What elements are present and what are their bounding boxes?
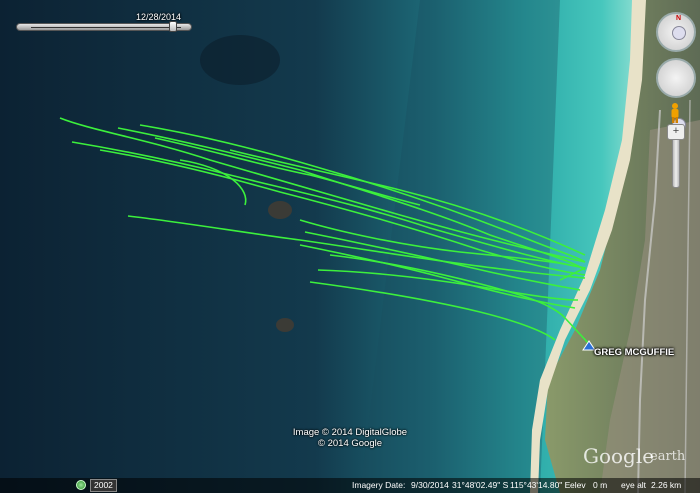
historical-year[interactable]: 2002 (90, 479, 117, 492)
elevation-value: 0 m (593, 480, 608, 490)
time-slider-bar[interactable] (16, 23, 192, 31)
look-center[interactable] (672, 26, 686, 40)
move-ring-icon[interactable] (656, 58, 696, 132)
historical-imagery-button[interactable]: 2002 (76, 478, 118, 492)
navigation-controls[interactable]: N + (654, 12, 698, 188)
longitude-readout: 115°43'14.80" E (510, 480, 571, 490)
pegman-icon[interactable] (668, 102, 682, 124)
eye-alt-label: eye alt (621, 480, 647, 490)
reef-island (276, 318, 294, 332)
elevation-label: elev (570, 480, 586, 490)
time-slider-track (31, 27, 181, 28)
google-logo: Google (583, 444, 655, 468)
time-slider[interactable]: 12/28/2014 (16, 12, 196, 34)
look-ring-icon[interactable]: N (656, 12, 696, 52)
time-slider-handle[interactable] (168, 21, 177, 32)
reef-island (268, 201, 292, 219)
historical-imagery-icon[interactable] (76, 480, 86, 490)
imagery-copyright: Image © 2014 DigitalGlobe (292, 427, 408, 438)
placemark-label[interactable]: GREG MCGUFFIE (594, 347, 674, 358)
earth-logo: earth (650, 449, 686, 464)
north-indicator[interactable]: N (676, 15, 681, 22)
zoom-in-button[interactable]: + (667, 124, 685, 140)
google-earth-view: 12/28/2014 N + GREG MCGUFFIE Image © 201… (0, 0, 700, 493)
imagery-date: 9/30/2014 (411, 480, 449, 490)
latitude-readout: 31°48'02.49" S (452, 480, 509, 490)
eye-alt-value: 2.26 km (651, 480, 682, 490)
reef-patch (200, 35, 280, 85)
satellite-map[interactable] (0, 0, 700, 493)
imagery-date-label: Imagery Date: (352, 480, 406, 490)
